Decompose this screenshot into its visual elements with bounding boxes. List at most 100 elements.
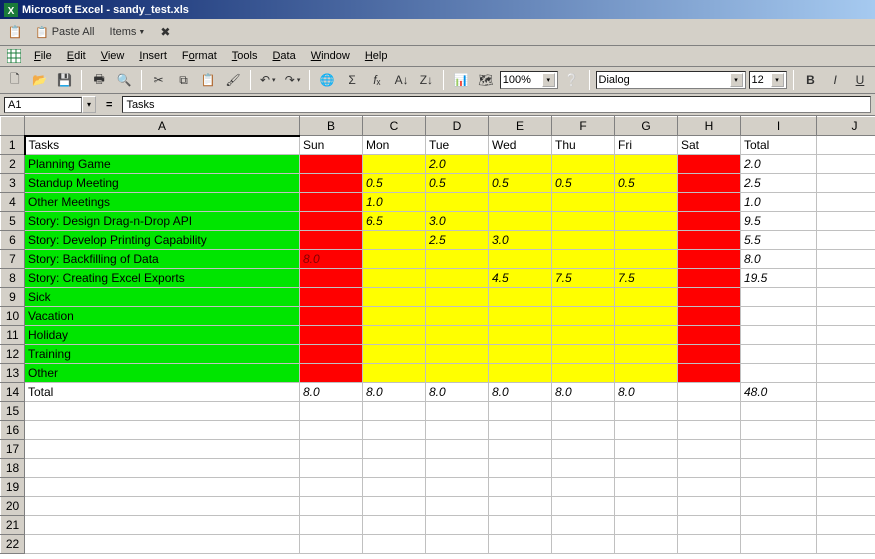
cell-H11[interactable] (678, 326, 741, 345)
cell-J3[interactable] (817, 174, 875, 193)
cell-F14[interactable]: 8.0 (552, 383, 615, 402)
cell-D12[interactable] (426, 345, 489, 364)
cell-E3[interactable]: 0.5 (489, 174, 552, 193)
menu-help[interactable]: Help (358, 48, 395, 64)
cell-D15[interactable] (426, 402, 489, 421)
cell-I5[interactable]: 9.5 (741, 212, 817, 231)
cell-G12[interactable] (615, 345, 678, 364)
cell-C11[interactable] (363, 326, 426, 345)
cell-E15[interactable] (489, 402, 552, 421)
copy-icon[interactable]: ⧉ (173, 69, 195, 91)
cell-A6[interactable]: Story: Develop Printing Capability (25, 231, 300, 250)
cell-G11[interactable] (615, 326, 678, 345)
col-header-B[interactable]: B (300, 117, 363, 136)
cut-icon[interactable]: ✂ (148, 69, 170, 91)
font-size-select[interactable]: 12▾ (749, 71, 787, 89)
cell-B22[interactable] (300, 535, 363, 554)
menu-view[interactable]: View (94, 48, 132, 64)
cell-B13[interactable] (300, 364, 363, 383)
cell-G20[interactable] (615, 497, 678, 516)
col-header-A[interactable]: A (25, 117, 300, 136)
cell-A10[interactable]: Vacation (25, 307, 300, 326)
cell-E9[interactable] (489, 288, 552, 307)
cell-J8[interactable] (817, 269, 875, 288)
cell-B16[interactable] (300, 421, 363, 440)
row-header[interactable]: 6 (1, 231, 25, 250)
cell-E19[interactable] (489, 478, 552, 497)
cell-H3[interactable] (678, 174, 741, 193)
cell-G3[interactable]: 0.5 (615, 174, 678, 193)
clear-clipboard-icon[interactable]: ✖ (154, 21, 176, 43)
cell-D19[interactable] (426, 478, 489, 497)
cell-J2[interactable] (817, 155, 875, 174)
paste-icon[interactable]: 📋 (4, 21, 26, 43)
row-header[interactable]: 8 (1, 269, 25, 288)
cell-I15[interactable] (741, 402, 817, 421)
cell-F20[interactable] (552, 497, 615, 516)
cell-B11[interactable] (300, 326, 363, 345)
cell-F4[interactable] (552, 193, 615, 212)
cell-F13[interactable] (552, 364, 615, 383)
font-name-select[interactable]: Dialog▾ (596, 71, 746, 89)
row-header[interactable]: 21 (1, 516, 25, 535)
col-header-C[interactable]: C (363, 117, 426, 136)
cell-A11[interactable]: Holiday (25, 326, 300, 345)
cell-J1[interactable] (817, 136, 875, 155)
cell-A4[interactable]: Other Meetings (25, 193, 300, 212)
cell-H18[interactable] (678, 459, 741, 478)
format-painter-icon[interactable]: 🖌 (222, 69, 244, 91)
cell-F7[interactable] (552, 250, 615, 269)
menu-tools[interactable]: Tools (225, 48, 265, 64)
row-header[interactable]: 22 (1, 535, 25, 554)
cell-H13[interactable] (678, 364, 741, 383)
cell-J19[interactable] (817, 478, 875, 497)
cell-H1[interactable]: Sat (678, 136, 741, 155)
row-header[interactable]: 2 (1, 155, 25, 174)
cell-C18[interactable] (363, 459, 426, 478)
autosum-icon[interactable]: Σ (341, 69, 363, 91)
cell-I3[interactable]: 2.5 (741, 174, 817, 193)
cell-I13[interactable] (741, 364, 817, 383)
save-icon[interactable]: 💾 (54, 69, 76, 91)
paste-all-button[interactable]: 📋Paste All (29, 21, 101, 43)
cell-E20[interactable] (489, 497, 552, 516)
cell-H19[interactable] (678, 478, 741, 497)
menu-format[interactable]: Format (175, 48, 224, 64)
cell-F18[interactable] (552, 459, 615, 478)
cell-A5[interactable]: Story: Design Drag-n-Drop API (25, 212, 300, 231)
cell-B9[interactable] (300, 288, 363, 307)
cell-E10[interactable] (489, 307, 552, 326)
cell-H5[interactable] (678, 212, 741, 231)
cell-A7[interactable]: Story: Backfilling of Data (25, 250, 300, 269)
col-header-F[interactable]: F (552, 117, 615, 136)
cell-F16[interactable] (552, 421, 615, 440)
cell-B12[interactable] (300, 345, 363, 364)
cell-C16[interactable] (363, 421, 426, 440)
row-header[interactable]: 11 (1, 326, 25, 345)
cell-D11[interactable] (426, 326, 489, 345)
cell-F6[interactable] (552, 231, 615, 250)
cell-G13[interactable] (615, 364, 678, 383)
row-header[interactable]: 14 (1, 383, 25, 402)
cell-C19[interactable] (363, 478, 426, 497)
cell-G8[interactable]: 7.5 (615, 269, 678, 288)
cell-D10[interactable] (426, 307, 489, 326)
cell-H7[interactable] (678, 250, 741, 269)
col-header-J[interactable]: J (817, 117, 875, 136)
cell-F19[interactable] (552, 478, 615, 497)
italic-icon[interactable]: I (824, 69, 846, 91)
cell-C7[interactable] (363, 250, 426, 269)
cell-C3[interactable]: 0.5 (363, 174, 426, 193)
col-header-E[interactable]: E (489, 117, 552, 136)
cell-B14[interactable]: 8.0 (300, 383, 363, 402)
cell-I2[interactable]: 2.0 (741, 155, 817, 174)
cell-I18[interactable] (741, 459, 817, 478)
cell-F21[interactable] (552, 516, 615, 535)
print-preview-icon[interactable]: 🔍 (113, 69, 135, 91)
menu-window[interactable]: Window (304, 48, 357, 64)
cell-A17[interactable] (25, 440, 300, 459)
underline-icon[interactable]: U (849, 69, 871, 91)
cell-F10[interactable] (552, 307, 615, 326)
formula-input[interactable]: Tasks (122, 96, 871, 113)
cell-H2[interactable] (678, 155, 741, 174)
